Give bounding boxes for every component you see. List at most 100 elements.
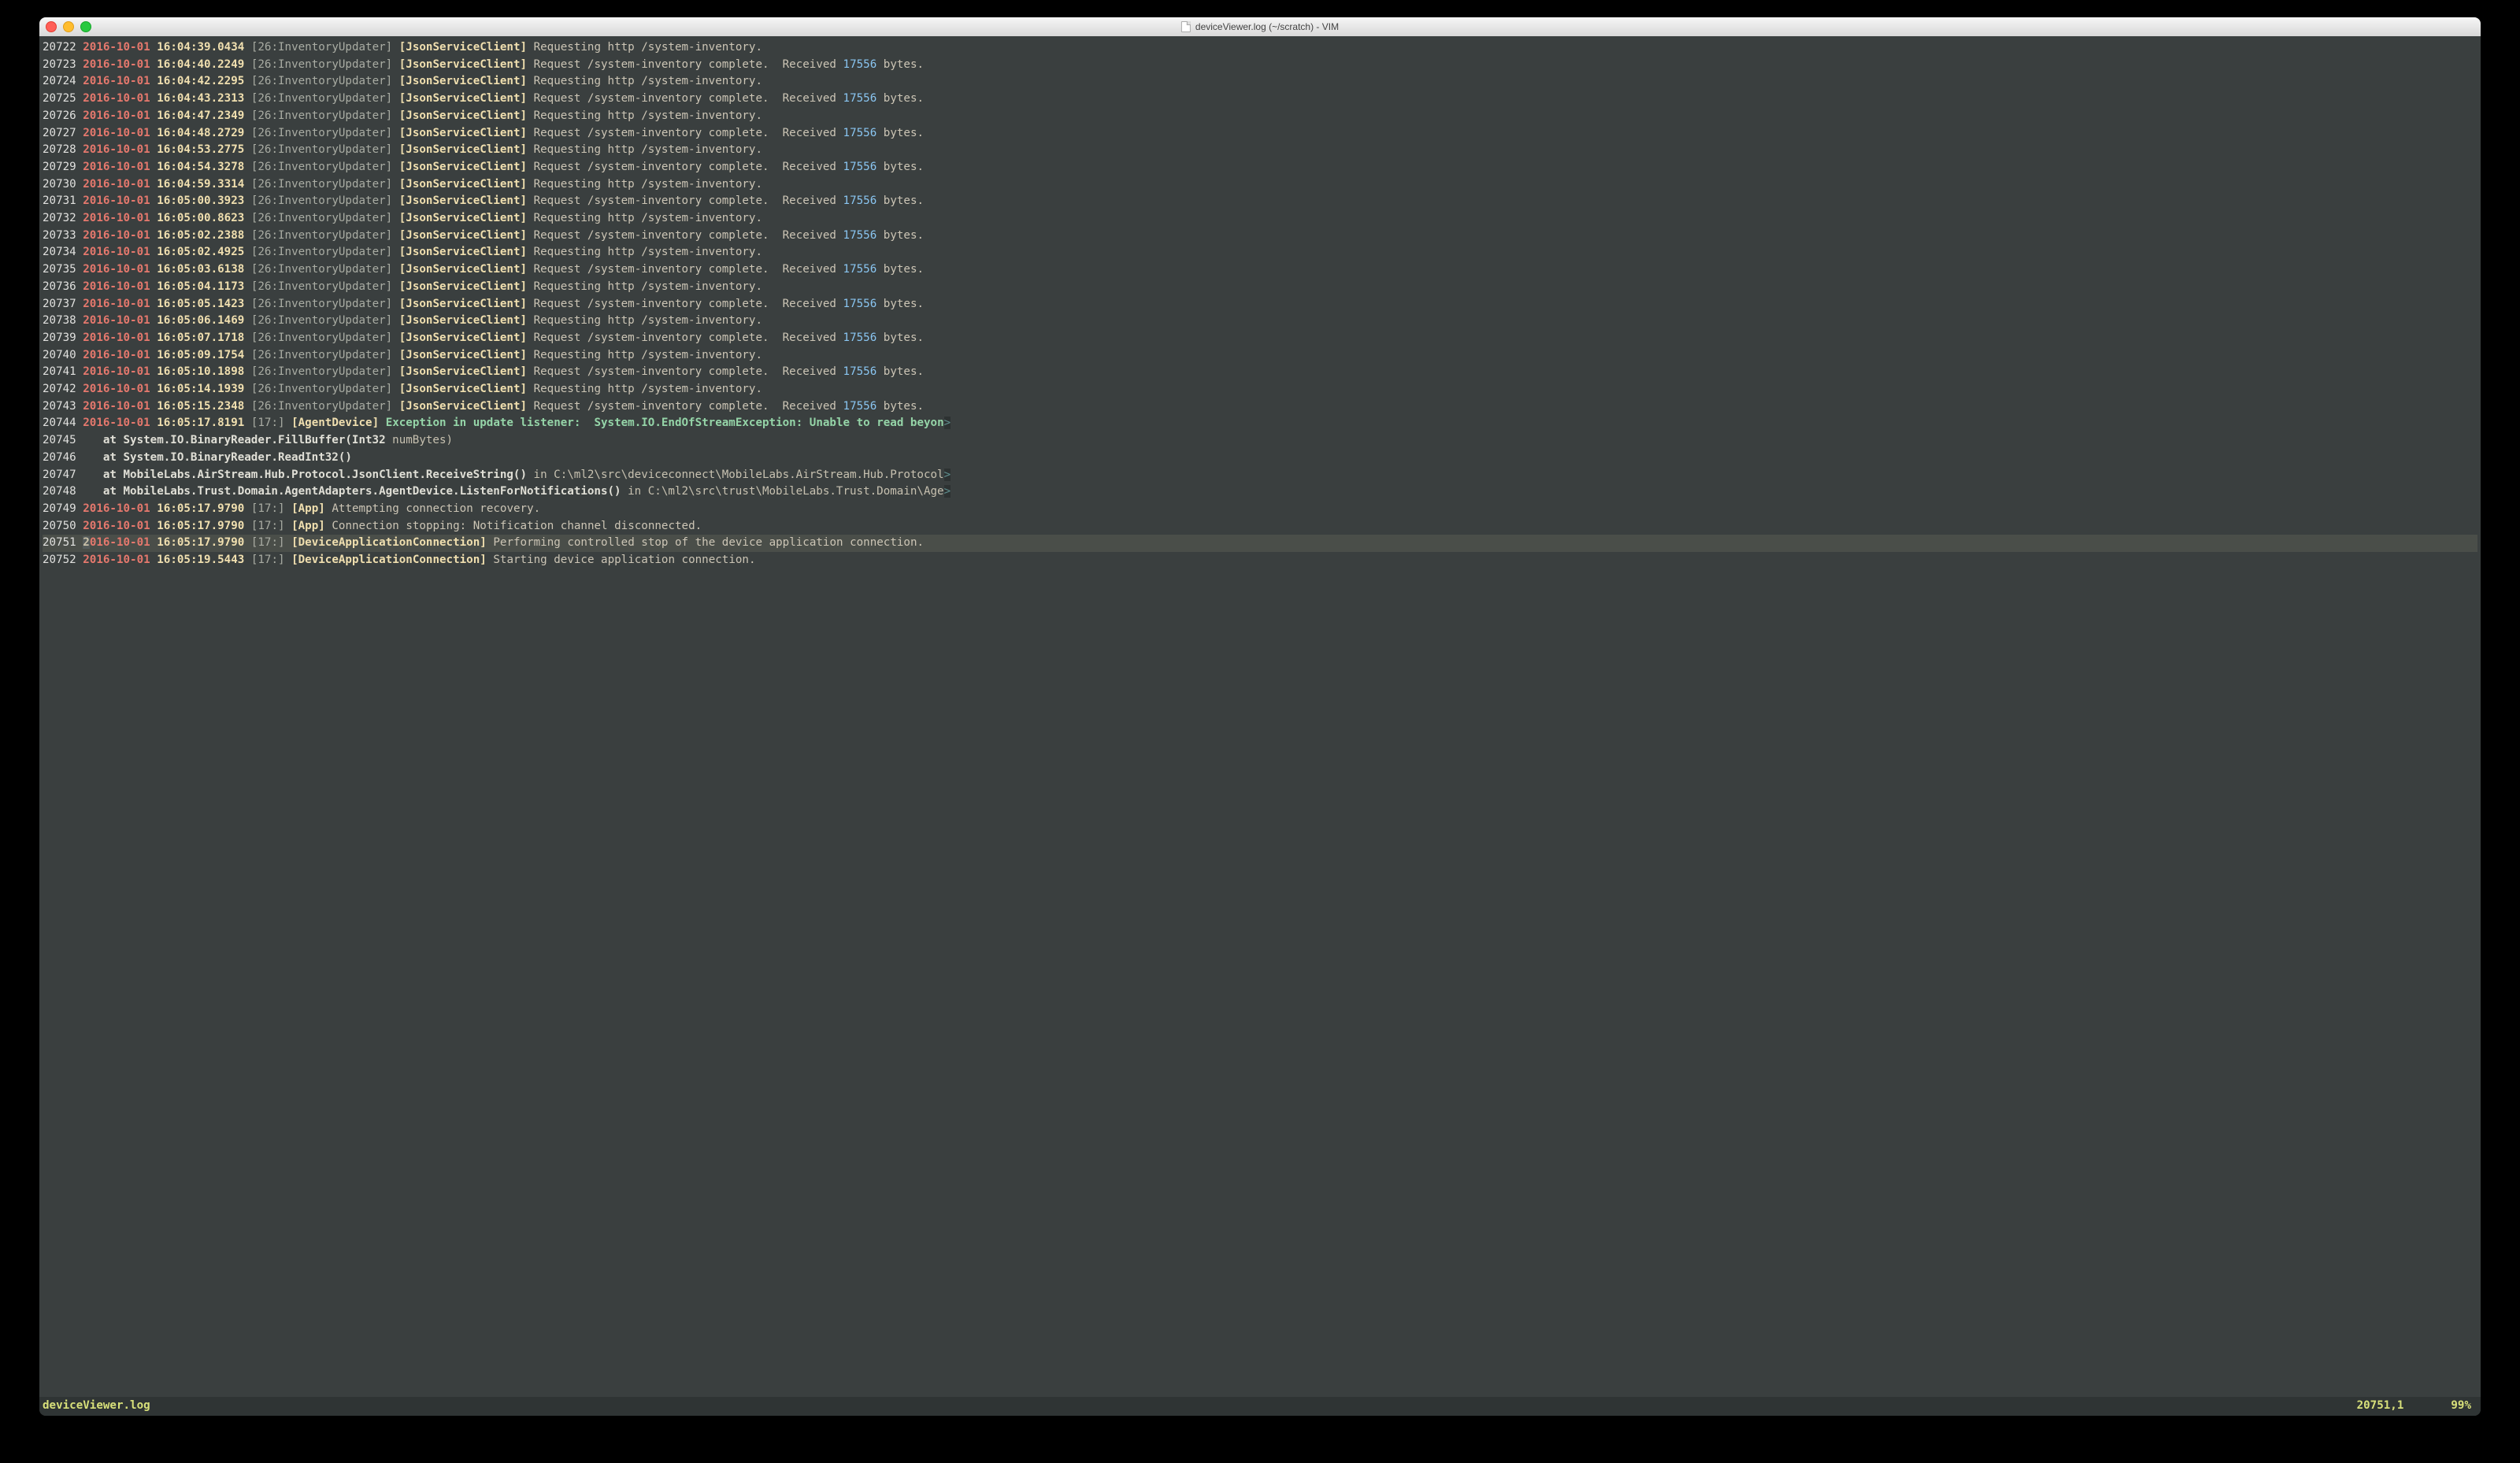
log-message: Requesting http /system-inventory.: [534, 349, 762, 361]
byte-count: 17556: [843, 298, 877, 310]
log-time: 16:04:39.0434: [157, 41, 244, 54]
log-line: 20725 2016-10-01 16:04:43.2313 [26:Inven…: [43, 91, 2477, 108]
line-number: 20750: [43, 520, 76, 532]
cursor: 2: [83, 536, 90, 549]
byte-count: 17556: [843, 331, 877, 344]
received-label: Received: [769, 365, 843, 378]
log-time: 16:05:19.5443: [157, 554, 244, 566]
line-continuation-icon: >: [944, 485, 951, 498]
line-number: 20732: [43, 212, 76, 224]
log-line: 20722 2016-10-01 16:04:39.0434 [26:Inven…: [43, 39, 2477, 57]
log-thread: [26:InventoryUpdater]: [251, 349, 392, 361]
log-message: Request /system-inventory complete.: [534, 161, 769, 173]
log-thread: [26:InventoryUpdater]: [251, 246, 392, 258]
bytes-label: bytes.: [876, 161, 924, 173]
trace-frame: System.IO.BinaryReader.FillBuffer(Int32: [124, 434, 386, 446]
zoom-icon[interactable]: [80, 21, 91, 32]
log-time: 16:04:59.3314: [157, 178, 244, 191]
line-number: 20746: [43, 451, 76, 464]
log-message: Requesting http /system-inventory.: [534, 383, 762, 395]
received-label: Received: [769, 229, 843, 242]
line-number: 20726: [43, 109, 76, 122]
log-line: 20732 2016-10-01 16:05:00.8623 [26:Inven…: [43, 210, 2477, 228]
log-service: [JsonServiceClient]: [399, 298, 527, 310]
log-line: 20734 2016-10-01 16:05:02.4925 [26:Inven…: [43, 244, 2477, 261]
line-number: 20729: [43, 161, 76, 173]
log-time: 16:04:40.2249: [157, 58, 244, 71]
log-thread: [26:InventoryUpdater]: [251, 161, 392, 173]
received-label: Received: [769, 263, 843, 276]
line-number: 20751: [43, 536, 76, 549]
log-line: 20744 2016-10-01 16:05:17.8191 [17:] [Ag…: [43, 415, 2477, 432]
bytes-label: bytes.: [876, 194, 924, 207]
line-number: 20736: [43, 280, 76, 293]
received-label: Received: [769, 194, 843, 207]
line-number: 20741: [43, 365, 76, 378]
mac-window: deviceViewer.log (~/scratch) - VIM 20722…: [39, 17, 2481, 1416]
log-thread: [26:InventoryUpdater]: [251, 298, 392, 310]
log-time: 16:05:10.1898: [157, 365, 244, 378]
log-time: 16:05:14.1939: [157, 383, 244, 395]
log-time: 16:05:17.9790: [157, 520, 244, 532]
log-thread: [26:InventoryUpdater]: [251, 75, 392, 87]
received-label: Received: [769, 298, 843, 310]
trace-frame: MobileLabs.AirStream.Hub.Protocol.JsonCl…: [124, 469, 528, 481]
log-thread: [26:InventoryUpdater]: [251, 143, 392, 156]
log-thread: [26:InventoryUpdater]: [251, 383, 392, 395]
line-number: 20737: [43, 298, 76, 310]
log-thread: [26:InventoryUpdater]: [251, 92, 392, 105]
log-thread: [17:]: [251, 502, 285, 515]
log-message: Request /system-inventory complete.: [534, 127, 769, 139]
line-number: 20738: [43, 314, 76, 327]
log-service: [JsonServiceClient]: [399, 229, 527, 242]
log-service: [JsonServiceClient]: [399, 314, 527, 327]
line-number: 20728: [43, 143, 76, 156]
log-date: 2016-10-01: [83, 212, 150, 224]
log-date: 2016-10-01: [83, 263, 150, 276]
log-line: 20739 2016-10-01 16:05:07.1718 [26:Inven…: [43, 330, 2477, 347]
exception-message: Exception in update listener: System.IO.…: [386, 417, 944, 429]
log-date: 2016-10-01: [83, 400, 150, 413]
log-message: Requesting http /system-inventory.: [534, 143, 762, 156]
log-thread: [26:InventoryUpdater]: [251, 194, 392, 207]
log-date: 2016-10-01: [83, 520, 150, 532]
received-label: Received: [769, 92, 843, 105]
line-number: 20734: [43, 246, 76, 258]
line-number: 20735: [43, 263, 76, 276]
bytes-label: bytes.: [876, 400, 924, 413]
log-message: Requesting http /system-inventory.: [534, 212, 762, 224]
line-number: 20725: [43, 92, 76, 105]
traffic-lights: [46, 21, 91, 32]
status-percent: 99%: [2451, 1397, 2471, 1414]
log-time: 16:05:07.1718: [157, 331, 244, 344]
minimize-icon[interactable]: [63, 21, 74, 32]
bytes-label: bytes.: [876, 331, 924, 344]
log-line: 20746 at System.IO.BinaryReader.ReadInt3…: [43, 450, 2477, 467]
log-time: 16:05:06.1469: [157, 314, 244, 327]
log-thread: [26:InventoryUpdater]: [251, 127, 392, 139]
log-message: Requesting http /system-inventory.: [534, 280, 762, 293]
log-line: 20727 2016-10-01 16:04:48.2729 [26:Inven…: [43, 125, 2477, 143]
line-number: 20724: [43, 75, 76, 87]
log-date: 2016-10-01: [83, 41, 150, 54]
log-thread: [26:InventoryUpdater]: [251, 41, 392, 54]
log-message: Requesting http /system-inventory.: [534, 41, 762, 54]
log-time: 16:05:03.6138: [157, 263, 244, 276]
log-line: 20749 2016-10-01 16:05:17.9790 [17:] [Ap…: [43, 501, 2477, 518]
window-title: deviceViewer.log (~/scratch) - VIM: [1181, 21, 1339, 32]
log-message: Request /system-inventory complete.: [534, 92, 769, 105]
log-time: 16:04:54.3278: [157, 161, 244, 173]
log-thread: [17:]: [251, 536, 285, 549]
log-date: 2016-10-01: [83, 502, 150, 515]
log-time: 16:05:02.2388: [157, 229, 244, 242]
trace-at: at: [83, 434, 123, 446]
log-date: 2016-10-01: [83, 280, 150, 293]
vim-editor[interactable]: 20722 2016-10-01 16:04:39.0434 [26:Inven…: [39, 36, 2481, 1397]
log-line: 20723 2016-10-01 16:04:40.2249 [26:Inven…: [43, 57, 2477, 74]
log-service: [JsonServiceClient]: [399, 383, 527, 395]
log-service: [JsonServiceClient]: [399, 58, 527, 71]
log-date: 2016-10-01: [83, 92, 150, 105]
log-line: 20736 2016-10-01 16:05:04.1173 [26:Inven…: [43, 279, 2477, 296]
close-icon[interactable]: [46, 21, 57, 32]
line-number: 20727: [43, 127, 76, 139]
